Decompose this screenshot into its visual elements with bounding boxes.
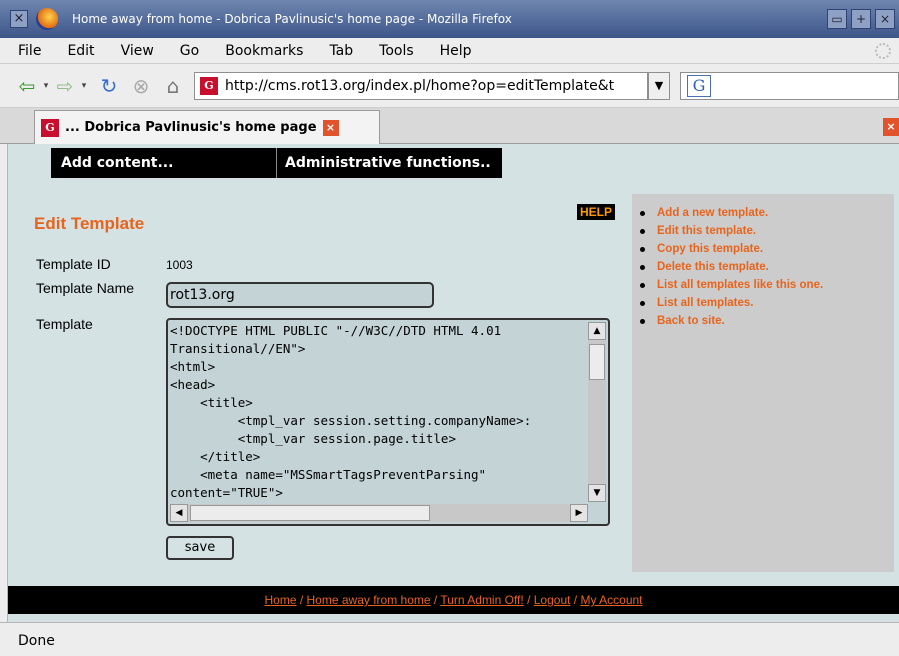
list-item: Copy this template. [640,240,894,258]
tab-bar: G ... Dobrica Pavlinusic's home page × × [0,108,899,144]
google-search-icon[interactable]: G [687,74,711,97]
bullet-icon [640,264,645,270]
forward-arrow-icon[interactable]: ⇨ [52,73,78,99]
list-item: List all templates like this one. [640,276,894,294]
sidebar-links: Add a new template. Edit this template. … [632,194,894,330]
edit-template-link[interactable]: Edit this template. [657,225,756,237]
footer-separator: / [523,593,534,607]
scroll-left-icon[interactable]: ◀ [170,504,188,522]
vertical-scroll-thumb[interactable] [589,344,605,380]
menu-file[interactable]: File [18,43,41,59]
list-item: Back to site. [640,312,894,330]
tab-label[interactable]: ... Dobrica Pavlinusic's home page [65,120,317,135]
delete-template-link[interactable]: Delete this template. [657,261,769,273]
footer-separator: / [430,593,441,607]
bullet-icon [640,282,645,288]
back-arrow-icon[interactable]: ⇦ [14,73,40,99]
forward-dropdown-icon[interactable]: ▾ [78,81,90,91]
status-bar: Done [0,622,899,656]
menu-tab[interactable]: Tab [329,43,353,59]
horizontal-scroll-thumb[interactable] [190,505,430,521]
template-name-label: Template Name [36,280,135,296]
add-content-menu[interactable]: Add content... [51,148,277,178]
footer-home-away-link[interactable]: Home away from home [307,593,431,607]
template-id-label: Template ID [36,256,111,272]
home-icon[interactable]: ⌂ [160,73,186,99]
throbber-icon [875,42,891,59]
list-item: Add a new template. [640,204,894,222]
add-template-link[interactable]: Add a new template. [657,207,768,219]
template-textarea[interactable]: <!DOCTYPE HTML PUBLIC "-//W3C//DTD HTML … [166,318,610,526]
footer-separator: / [296,593,307,607]
reload-icon[interactable]: ↻ [96,73,122,99]
menu-edit[interactable]: Edit [67,43,94,59]
back-dropdown-icon[interactable]: ▾ [40,81,52,91]
window-close-icon[interactable]: × [10,10,28,28]
stop-icon[interactable]: ⊗ [128,73,154,99]
menu-tools[interactable]: Tools [379,43,414,59]
list-item: List all templates. [640,294,894,312]
list-item: Delete this template. [640,258,894,276]
bullet-icon [640,246,645,252]
menu-bookmarks[interactable]: Bookmarks [225,43,303,59]
template-code[interactable]: <!DOCTYPE HTML PUBLIC "-//W3C//DTD HTML … [170,322,584,502]
tab-close-icon[interactable]: × [322,119,339,136]
menu-go[interactable]: Go [180,43,199,59]
admin-bar: Add content... Administrative functions.… [51,148,502,178]
template-label: Template [36,316,93,332]
maximize-icon[interactable]: + [851,9,871,29]
page-title: Edit Template [34,214,145,233]
window-titlebar: × Home away from home - Dobrica Pavlinus… [0,0,899,38]
list-all-templates-link[interactable]: List all templates. [657,297,754,309]
template-name-input[interactable]: rot13.org [166,282,434,308]
window-title: Home away from home - Dobrica Pavlinusic… [72,12,512,26]
horizontal-scrollbar[interactable]: ◀ ▶ [170,504,588,522]
scroll-right-icon[interactable]: ▶ [570,504,588,522]
bullet-icon [640,300,645,306]
menu-help[interactable]: Help [440,43,472,59]
copy-template-link[interactable]: Copy this template. [657,243,763,255]
list-similar-templates-link[interactable]: List all templates like this one. [657,279,823,291]
bullet-icon [640,228,645,234]
footer-logout-link[interactable]: Logout [534,593,571,607]
status-text: Done [18,633,55,649]
help-sidebar: Add a new template. Edit this template. … [632,194,894,572]
template-id-value: 1003 [166,258,193,272]
scroll-down-icon[interactable]: ▼ [588,484,606,502]
close-tab-right-icon[interactable]: × [883,118,899,136]
back-to-site-link[interactable]: Back to site. [657,315,725,327]
site-favicon-icon: G [200,76,218,95]
save-button[interactable]: save [166,536,234,560]
footer-bar: Home / Home away from home / Turn Admin … [8,586,899,614]
close-window-icon[interactable]: × [875,9,895,29]
list-item: Edit this template. [640,222,894,240]
tab-favicon-icon: G [41,118,59,137]
search-box[interactable]: G [680,71,899,100]
page-content: Add content... Administrative functions.… [8,144,899,622]
url-bar[interactable]: G http://cms.rot13.org/index.pl/home?op=… [194,71,648,100]
menu-view[interactable]: View [121,43,154,59]
scroll-up-icon[interactable]: ▲ [588,322,606,340]
tab-home-page[interactable]: G ... Dobrica Pavlinusic's home page × [34,110,380,144]
bullet-icon [640,210,645,216]
menu-bar: File Edit View Go Bookmarks Tab Tools He… [0,38,899,64]
url-history-dropdown[interactable]: ▼ [648,71,670,100]
vertical-scrollbar[interactable]: ▲ ▼ [588,322,606,502]
footer-turn-admin-off-link[interactable]: Turn Admin Off! [440,593,523,607]
help-button[interactable]: HELP [577,204,616,220]
footer-separator: / [570,593,581,607]
url-text[interactable]: http://cms.rot13.org/index.pl/home?op=ed… [225,78,645,94]
firefox-logo-icon [36,8,58,30]
window-buttons: ▭ + × [827,9,895,29]
bullet-icon [640,318,645,324]
minimize-icon[interactable]: ▭ [827,9,847,29]
window-left-edge [0,144,8,622]
navigation-toolbar: ⇦ ▾ ⇨ ▾ ↻ ⊗ ⌂ G http://cms.rot13.org/ind… [0,64,899,108]
footer-my-account-link[interactable]: My Account [580,593,642,607]
footer-home-link[interactable]: Home [264,593,296,607]
administrative-functions-menu[interactable]: Administrative functions.. [277,148,502,178]
